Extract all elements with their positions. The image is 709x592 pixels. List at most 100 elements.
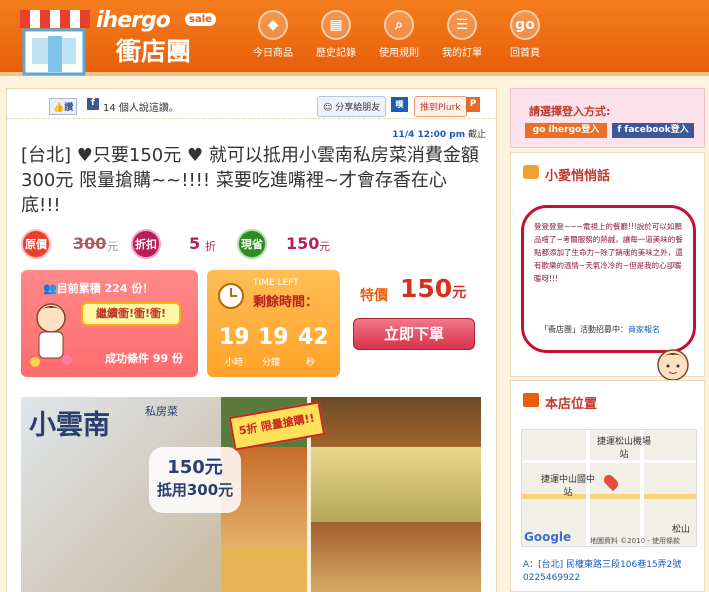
map[interactable]: 捷運松山機場站 捷運中山國中站 松山 Google 地圖資料 ©2010 - 使… [521,429,697,547]
original-price-value: 300 [73,234,107,253]
price-row: 原價 300 元 折扣 5 折 現省 150 元 [21,229,491,259]
minutes-label: 分鐘 [262,358,281,368]
map-label-zhongshan: 捷運中山國中站 [540,475,595,498]
minutes-value: 19 [258,325,289,350]
sale-badge: sale [185,13,216,26]
photo-price-2: 抵用300元 [156,481,234,499]
address[interactable]: A：[台北] 民權東路三段106巷15弄2號 [523,557,703,570]
like-count: 14 個人說這讚。 [103,103,179,114]
clock-icon [218,283,244,309]
store-logo-icon[interactable] [18,6,92,76]
tips-text: 登登登登~~~電視上的餐廳!!!說於可以如願品嚐了~考爾服務的熱誠，讓每一道美味… [534,222,683,283]
savings-unit: 元 [319,240,330,253]
tips-box: 小愛悄悄話 登登登登~~~電視上的餐廳!!!說於可以如願品嚐了~考爾服務的熱誠，… [510,152,705,381]
deal-panel: 👍讚 f 14 個人說這讚。 ☺ 分享給朋友 噗 推到Plurk P 11/4 … [6,88,497,592]
plurk-button[interactable]: 推到Plurk [414,96,467,117]
dish-image-6 [221,547,307,592]
login-title: 請選擇登入方式: [529,105,611,118]
savings-value: 150 [286,234,320,253]
map-label-airport: 捷運松山機場站 [596,437,651,460]
purchase-count: 👥目前累積 224 份！ [43,280,153,296]
fb-like-button[interactable]: 👍讚 [49,98,78,115]
map-road-1 [522,460,696,463]
seconds-label: 秒 [306,358,316,368]
success-condition: 成功條件 99 份 [105,352,183,365]
people-icon: 👥 [43,282,57,295]
savings-badge: 現省 [237,229,267,259]
cheer-banner: 繼續衝!衝!衝! [81,302,181,326]
site-title[interactable]: 衝店團 [116,32,191,68]
plurk-icon[interactable]: P [466,97,480,112]
login-box: 請選擇登入方式: go ihergo登入 f facebook登入 [510,88,705,148]
discount-value: 5 [189,234,201,253]
special-price: 150元 [400,274,466,303]
speech-bubble: 登登登登~~~電視上的餐廳!!!說於可以如願品嚐了~考爾服務的熱誠，讓每一道美味… [521,205,696,353]
ihergo-login-button[interactable]: go ihergo登入 [525,123,607,138]
facebook-login-label: facebook登入 [624,125,689,135]
chat-icon: ☰ [447,10,477,40]
share-friends-button[interactable]: ☺ 分享給朋友 [317,96,387,117]
map-footer[interactable]: 地圖資料 ©2010 - 使用條款 [590,536,680,546]
original-price: 300 [73,234,106,253]
purchase-count-text: 目前累積 224 份！ [56,282,154,295]
price-ribbon: 150元 抵用300元 [149,447,241,513]
nav-item-2[interactable]: ▦ 歷史記錄 [305,10,367,59]
nav-label: 回首頁 [510,48,540,59]
recruit-text: 「衝店團」活動招募中：商家報名 [540,324,660,335]
time-left-label: 剩餘時間： [253,295,319,310]
special-price-label: 特價 [360,288,388,304]
hours-label: 小時 [225,358,244,368]
nav-item-1[interactable]: ◆ 今日商品 [242,10,304,59]
special-price-value: 150 [400,274,453,303]
nav-label: 我的訂單 [442,48,482,59]
nav-label: 歷史記錄 [316,48,356,59]
countdown-box: TIME LEFT 剩餘時間： 19 19 42 小時 分鐘 秒 [207,270,340,377]
nav-label: 今日商品 [253,48,293,59]
share-friends-label: 分享給朋友 [335,103,381,113]
buy-now-button[interactable]: 立即下單 [353,318,475,350]
location-box: 本店位置 捷運松山機場站 捷運中山國中站 松山 Google 地圖資料 ©201… [510,380,705,592]
tips-icon [523,165,539,179]
nav-label: 使用規則 [379,48,419,59]
photo-price-1: 150元 [167,457,223,478]
phone: 0225469922 [523,573,581,583]
dish-image-4 [311,447,481,522]
search-icon: ⌕ [384,10,414,40]
seconds-value: 42 [298,325,329,350]
discount-badge: 折扣 [131,229,161,259]
facebook-icon: f [87,98,99,110]
hours-value: 19 [219,325,250,350]
recruit-link[interactable]: 商家報名 [628,325,660,334]
deal-photo[interactable]: 小雲南 私房菜 5折 限量搶購!! 150元 抵用300元 [21,397,481,592]
calendar-icon: ▦ [321,10,351,40]
nav-item-3[interactable]: ⌕ 使用規則 [368,10,430,59]
tips-title: 小愛悄悄話 [545,169,611,184]
plurk-label: 推到Plurk [420,103,461,113]
plurk-share-icon[interactable]: 噗 [391,97,408,112]
nav-item-5[interactable]: go 回首頁 [494,10,556,59]
dish-image-2 [311,397,481,447]
nav-item-4[interactable]: ☰ 我的訂單 [431,10,493,59]
restaurant-logo: 小雲南 [29,410,110,441]
share-icon: ☺ [323,103,333,113]
location-icon [523,393,539,407]
ihergo-login-label: ihergo登入 [548,125,600,135]
fb-like-label: 讚 [64,103,74,113]
restaurant-sub: 私房菜 [145,405,178,418]
map-pin-icon[interactable] [601,472,621,492]
brand-name[interactable]: ihergo [96,8,171,33]
go-badge-icon: go [532,125,549,135]
map-label-songshan: 松山 [672,525,691,535]
time-left-en: TIME LEFT [253,278,299,288]
discount-unit: 折 [205,240,216,253]
deal-title: [台北] ♥只要150元 ♥ 就可以抵用小雲南私房菜消費金額300元 限量搶購~… [21,145,479,216]
location-title: 本店位置 [545,397,598,412]
progress-box: 👥目前累積 224 份！ 繼續衝!衝!衝! 成功條件 99 份 [21,270,198,377]
share-bar: 👍讚 f 14 個人說這讚。 ☺ 分享給朋友 噗 推到Plurk P [7,89,496,119]
dish-image-5 [311,522,481,592]
mascot-girl-icon [657,349,689,381]
google-logo: Google [524,530,572,544]
facebook-login-button[interactable]: f facebook登入 [612,123,694,138]
special-price-unit: 元 [452,285,467,301]
original-price-badge: 原價 [21,229,51,259]
